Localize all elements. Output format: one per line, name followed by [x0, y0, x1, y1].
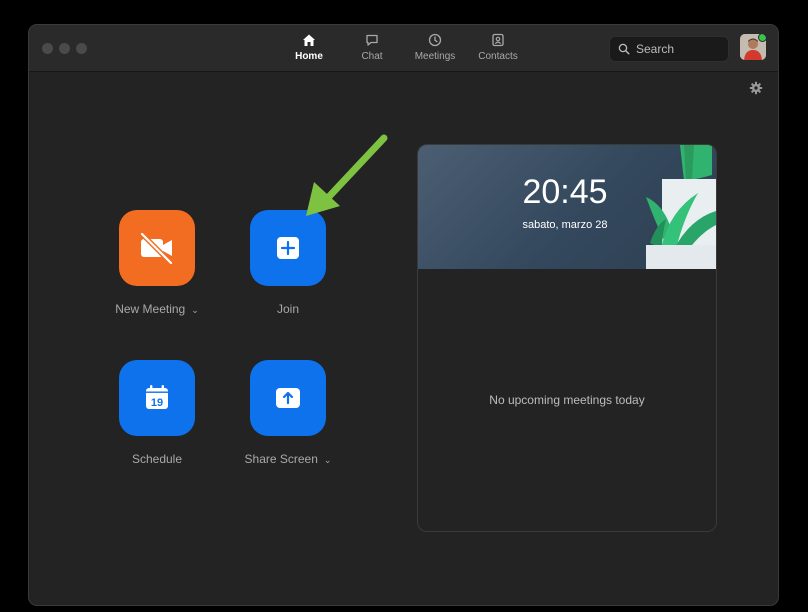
contacts-icon [492, 33, 504, 47]
title-bar: Home Chat Meetings Contacts Search [29, 25, 778, 72]
search-box[interactable]: Search [609, 36, 729, 62]
new-meeting-action[interactable]: New Meeting ⌄ [92, 210, 222, 316]
schedule-button[interactable]: 19 [119, 360, 195, 436]
clock-banner: 20:45 sabato, marzo 28 [418, 145, 716, 269]
tab-home-label: Home [295, 51, 323, 62]
chat-icon [366, 34, 378, 46]
tab-contacts[interactable]: Contacts [470, 33, 526, 67]
gear-icon[interactable] [749, 81, 763, 95]
share-screen-label: Share Screen [244, 452, 318, 466]
tab-meetings-label: Meetings [414, 51, 456, 62]
tab-home[interactable]: Home [281, 33, 337, 67]
calendar-day: 19 [151, 397, 163, 409]
schedule-action[interactable]: 19 Schedule [92, 360, 222, 466]
search-icon [618, 43, 630, 55]
home-icon [303, 34, 315, 46]
calendar-icon: 19 [146, 385, 168, 409]
avatar[interactable] [740, 34, 766, 60]
window-controls [42, 43, 87, 54]
new-meeting-button[interactable] [119, 210, 195, 286]
zoom-window: Home Chat Meetings Contacts Search New M… [29, 25, 778, 605]
video-off-icon [139, 231, 174, 266]
chevron-down-icon[interactable]: ⌄ [324, 455, 332, 465]
join-button[interactable] [250, 210, 326, 286]
current-date: sabato, marzo 28 [522, 219, 608, 231]
share-up-arrow-icon [276, 388, 300, 408]
clock-icon [428, 33, 442, 47]
join-label: Join [276, 302, 299, 316]
share-screen-button[interactable] [250, 360, 326, 436]
zoom-window-button[interactable] [76, 43, 87, 54]
tab-chat[interactable]: Chat [344, 33, 400, 67]
search-placeholder: Search [636, 42, 675, 56]
join-action[interactable]: Join [223, 210, 353, 316]
minimize-window-button[interactable] [59, 43, 70, 54]
current-time: 20:45 [522, 173, 608, 211]
tab-meetings[interactable]: Meetings [407, 33, 463, 67]
annotation-arrow-icon [306, 134, 388, 216]
online-status-dot [758, 34, 766, 42]
share-screen-action[interactable]: Share Screen ⌄ [223, 360, 353, 466]
no-meetings-message: No upcoming meetings today [489, 393, 645, 407]
tab-chat-label: Chat [361, 51, 383, 62]
tab-contacts-label: Contacts [478, 51, 518, 62]
new-meeting-label: New Meeting [115, 302, 186, 316]
close-window-button[interactable] [42, 43, 53, 54]
upcoming-meetings-card: 20:45 sabato, marzo 28 No upcoming meeti… [417, 144, 717, 532]
chevron-down-icon[interactable]: ⌄ [191, 305, 199, 315]
plus-icon [277, 237, 299, 259]
schedule-label: Schedule [131, 452, 183, 466]
